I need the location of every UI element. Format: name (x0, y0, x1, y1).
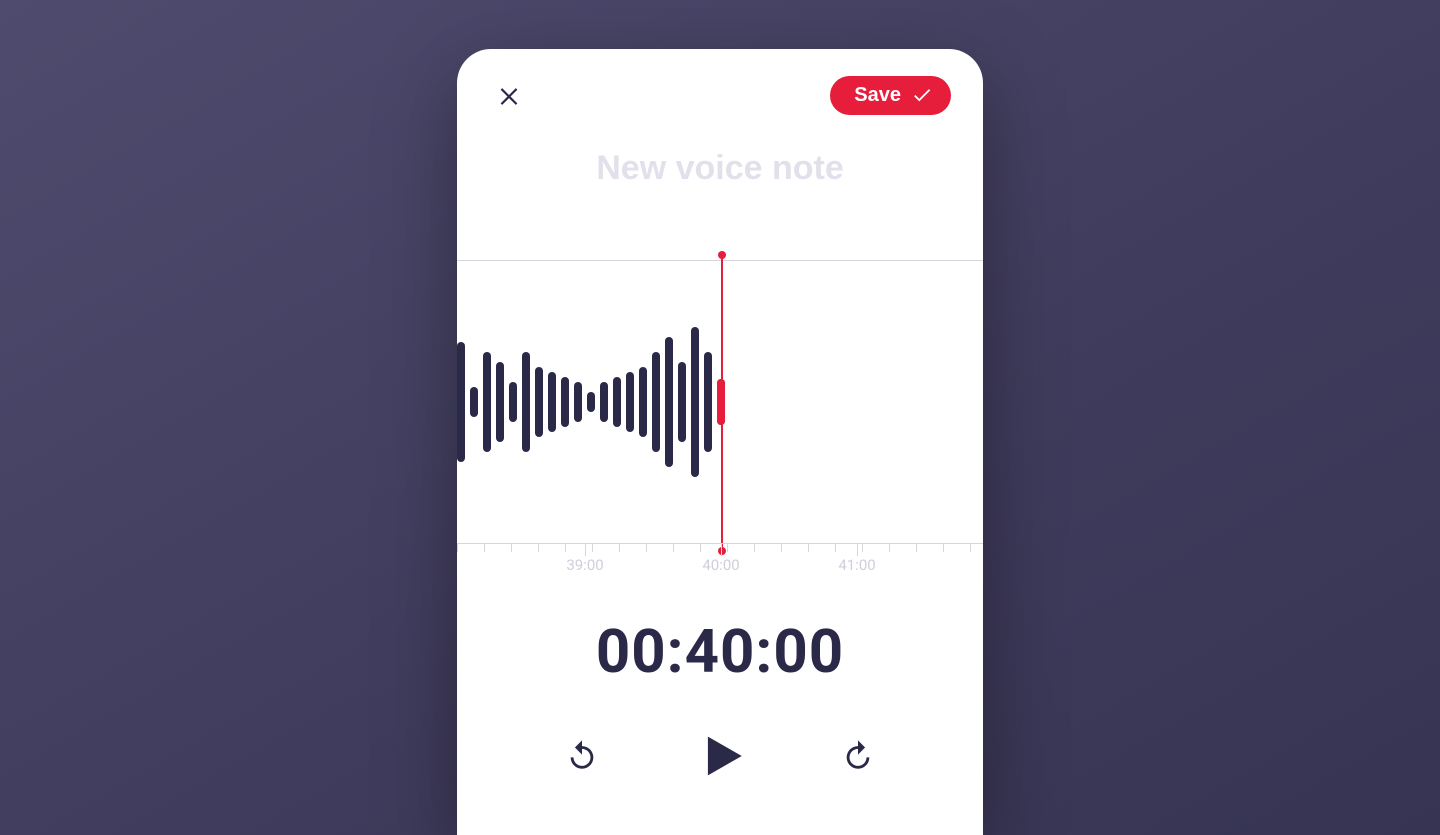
waveform-bar (548, 372, 556, 432)
top-bar: Save (457, 49, 983, 115)
title-input[interactable] (457, 149, 983, 188)
rewind-button[interactable] (565, 739, 599, 773)
elapsed-time: 00:40:00 (457, 616, 983, 687)
tick-minor (511, 544, 512, 552)
playback-controls (457, 727, 983, 785)
tick-minor (808, 544, 809, 552)
tick-minor (565, 544, 566, 552)
tick-minor (700, 544, 701, 552)
waveform-bar (587, 392, 595, 412)
tick-label: 40:00 (702, 556, 739, 574)
waveform-bar (613, 377, 621, 427)
waveform-bar (574, 382, 582, 422)
waveform-bar (665, 337, 673, 467)
forward-button[interactable] (841, 739, 875, 773)
tick-minor (673, 544, 674, 552)
timeline-ruler: 39:00 40:00 41:00 (457, 544, 983, 572)
tick-major (721, 544, 722, 556)
waveform-bar (561, 377, 569, 427)
waveform-bar (626, 372, 634, 432)
tick-minor (943, 544, 944, 552)
waveform-bar (639, 367, 647, 437)
waveform-bar (457, 342, 465, 462)
waveform-bar (470, 387, 478, 417)
tick-label: 41:00 (838, 556, 875, 574)
close-button[interactable] (489, 75, 529, 115)
tick-minor (754, 544, 755, 552)
tick-minor (970, 544, 971, 552)
waveform-bar (691, 327, 699, 477)
tick-major (857, 544, 858, 556)
close-icon (496, 82, 522, 108)
tick-minor (781, 544, 782, 552)
rewind-icon (565, 739, 599, 773)
tick-minor (619, 544, 620, 552)
tick-minor (889, 544, 890, 552)
waveform-bar (704, 352, 712, 452)
tick-major (585, 544, 586, 556)
save-button[interactable]: Save (830, 76, 951, 115)
play-button[interactable] (691, 727, 749, 785)
tick-minor (484, 544, 485, 552)
waveform-bar (652, 352, 660, 452)
save-button-label: Save (854, 84, 901, 107)
playhead[interactable] (721, 255, 723, 551)
waveform-bar (535, 367, 543, 437)
tick-minor (646, 544, 647, 552)
recorder-card: Save 39:00 40:00 41:00 00:40:00 (457, 49, 983, 835)
waveform-bar (483, 352, 491, 452)
tick-minor (916, 544, 917, 552)
waveform-area[interactable]: 39:00 40:00 41:00 (457, 260, 983, 572)
waveform-bar (522, 352, 530, 452)
waveform-bar (509, 382, 517, 422)
check-icon (911, 84, 933, 106)
tick-minor (727, 544, 728, 552)
tick-minor (457, 544, 458, 552)
tick-minor (538, 544, 539, 552)
play-icon (691, 727, 749, 785)
tick-label: 39:00 (566, 556, 603, 574)
tick-minor (862, 544, 863, 552)
tick-minor (592, 544, 593, 552)
waveform-bar (496, 362, 504, 442)
waveform-bar (678, 362, 686, 442)
tick-minor (835, 544, 836, 552)
waveform-bar (600, 382, 608, 422)
forward-icon (841, 739, 875, 773)
